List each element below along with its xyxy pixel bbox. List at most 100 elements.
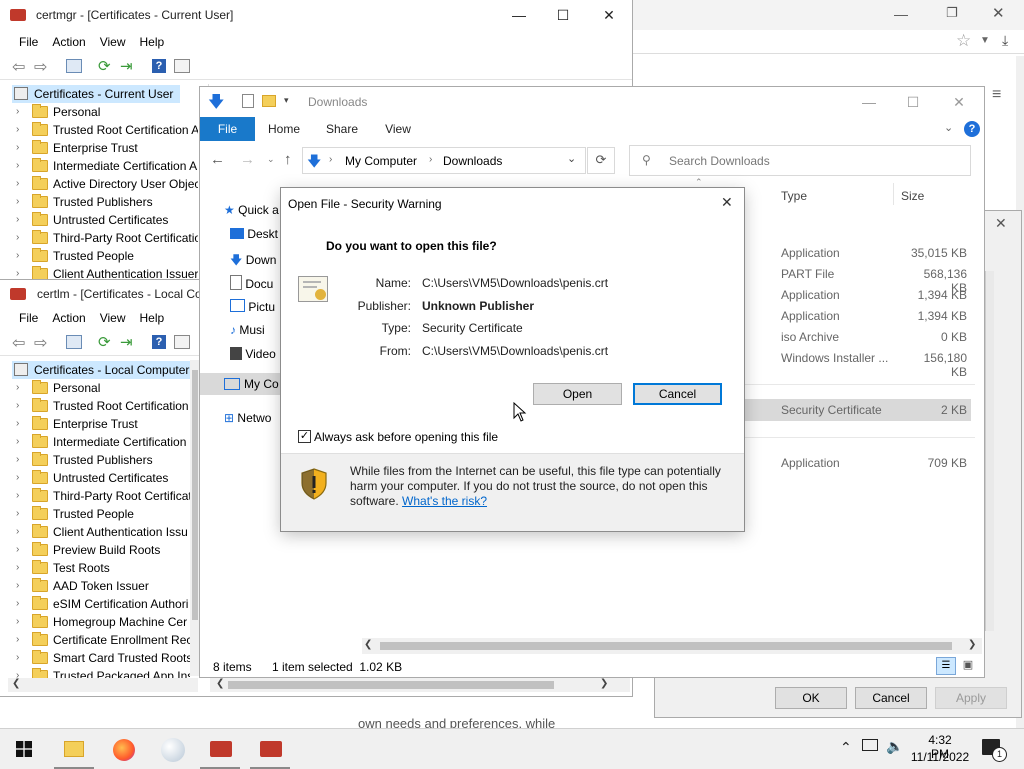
tree-item[interactable]: › Trusted Publishers (8, 193, 198, 211)
taskbar-certmgr[interactable] (196, 729, 244, 769)
menu-file[interactable]: File (12, 31, 45, 53)
menu-view[interactable]: View (93, 31, 133, 53)
network-tray-icon[interactable] (862, 739, 878, 751)
file-row[interactable]: Application 1,394 KB (745, 285, 975, 306)
menu-help[interactable]: Help (133, 31, 172, 53)
scroll-left-icon[interactable]: ❮ (364, 639, 372, 650)
expand-arrow-icon[interactable]: › (16, 667, 19, 678)
notification-center-button[interactable]: 1 (982, 739, 1007, 762)
up-icon[interactable]: ↑ (284, 151, 292, 168)
volume-icon[interactable]: 🔈 (886, 738, 903, 755)
open-button[interactable]: Open (533, 383, 622, 405)
forward-arrow-icon[interactable]: ⇨ (34, 333, 47, 353)
scroll-left-icon[interactable]: ❮ (216, 678, 224, 689)
nav-videos[interactable]: Video (230, 347, 276, 361)
taskbar-firefox[interactable] (100, 729, 148, 769)
menu-icon[interactable]: ≡ (992, 86, 1001, 104)
file-row[interactable]: PART File 568,136 KB (745, 264, 975, 295)
expand-arrow-icon[interactable]: › (16, 397, 19, 415)
dropdown-icon[interactable]: ▼ (980, 35, 990, 46)
search-box[interactable]: ⚲ Search Downloads (629, 145, 971, 176)
back-arrow-icon[interactable]: ⇦ (12, 57, 25, 77)
expand-arrow-icon[interactable]: › (16, 103, 19, 121)
nav-music[interactable]: ♪ Musi (230, 323, 265, 337)
apply-button[interactable]: Apply (935, 687, 1007, 709)
menu-action[interactable]: Action (45, 31, 92, 53)
tree-item[interactable]: › Trusted People (8, 247, 198, 265)
expand-arrow-icon[interactable]: › (16, 379, 19, 397)
scroll-left-icon[interactable]: ❮ (12, 678, 20, 689)
details-view-icon[interactable]: ☰ (936, 657, 956, 675)
nav-my-computer[interactable]: My Co (200, 373, 290, 395)
tree-item[interactable]: › Personal (8, 103, 198, 121)
tree-item[interactable]: › Third-Party Root Certificatio (8, 229, 198, 247)
expand-arrow-icon[interactable]: › (16, 433, 19, 451)
expand-arrow-icon[interactable]: › (16, 631, 19, 649)
properties-icon[interactable] (174, 335, 190, 349)
nav-pictures[interactable]: Pictu (230, 299, 275, 314)
address-dropdown-icon[interactable]: ⌄ (567, 152, 576, 165)
tree-item[interactable]: › Homegroup Machine Cer (8, 613, 190, 631)
tree-item[interactable]: › Client Authentication Issu (8, 523, 190, 541)
expand-arrow-icon[interactable]: › (16, 247, 19, 265)
horizontal-scroll-thumb[interactable] (228, 681, 554, 689)
tree-root-current-user[interactable]: Certificates - Current User (12, 85, 180, 103)
file-row[interactable]: Application 709 KB (745, 453, 975, 474)
properties-icon[interactable] (174, 59, 190, 73)
tree-item[interactable]: › Untrusted Certificates (8, 469, 190, 487)
tree-item[interactable]: › Trusted People (8, 505, 190, 523)
breadcrumb-downloads[interactable]: Downloads (443, 154, 502, 168)
whats-the-risk-link[interactable]: What's the risk? (402, 494, 487, 508)
menu-file[interactable]: File (12, 307, 45, 329)
refresh-button[interactable]: ⟳ (587, 147, 615, 174)
file-list-horizontal-scrollbar[interactable]: ❮ ❯ (362, 638, 982, 654)
nav-desktop[interactable]: Deskt (230, 227, 278, 241)
taskbar-file-explorer[interactable] (50, 729, 98, 769)
nav-quick-access[interactable]: ★ Quick a (224, 203, 279, 217)
tree-item[interactable]: › AAD Token Issuer (8, 577, 190, 595)
cancel-button[interactable]: Cancel (633, 383, 722, 405)
expand-arrow-icon[interactable]: › (16, 193, 19, 211)
tree-item[interactable]: › Smart Card Trusted Roots (8, 649, 190, 667)
help-icon[interactable]: ? (152, 59, 166, 73)
tab-view[interactable]: View (372, 117, 424, 141)
tree-item[interactable]: › Trusted Publishers (8, 451, 190, 469)
horizontal-scroll-thumb[interactable] (380, 642, 952, 650)
tree-item[interactable]: › Trusted Root Certification A (8, 121, 198, 139)
forward-icon[interactable]: → (240, 151, 255, 168)
dialog-close-button[interactable]: ✕ (721, 194, 733, 211)
file-row[interactable]: Application 1,394 KB (745, 306, 975, 327)
start-button[interactable] (0, 729, 48, 769)
menu-action[interactable]: Action (45, 307, 92, 329)
large-icons-view-icon[interactable]: ▣ (960, 658, 976, 674)
certmgr-maximize-button[interactable]: ☐ (540, 0, 586, 30)
ribbon-expand-icon[interactable]: ⌄ (944, 121, 953, 134)
help-icon[interactable]: ? (152, 335, 166, 349)
menu-help[interactable]: Help (133, 307, 172, 329)
nav-documents[interactable]: Docu (230, 275, 273, 291)
scroll-right-icon[interactable]: ❯ (968, 639, 976, 650)
file-row[interactable]: Application 35,015 KB (745, 243, 975, 264)
tree-item[interactable]: › Third-Party Root Certificat (8, 487, 190, 505)
expand-arrow-icon[interactable]: › (16, 505, 19, 523)
ok-button[interactable]: OK (775, 687, 847, 709)
tree-item[interactable]: › Certificate Enrollment Rec (8, 631, 190, 649)
expand-arrow-icon[interactable]: › (16, 175, 19, 193)
tree-item[interactable]: › Untrusted Certificates (8, 211, 198, 229)
star-icon[interactable]: ☆ (956, 31, 971, 51)
expand-arrow-icon[interactable]: › (16, 121, 19, 139)
show-hide-tree-icon[interactable] (66, 59, 82, 73)
properties-close-icon[interactable]: ✕ (995, 215, 1007, 232)
search-input[interactable]: Search Downloads (669, 154, 770, 168)
tab-file[interactable]: File (200, 117, 255, 141)
explorer-minimize-button[interactable]: — (846, 87, 892, 117)
tree-root-local-computer[interactable]: Certificates - Local Computer (12, 361, 190, 379)
expand-arrow-icon[interactable]: › (16, 469, 19, 487)
expand-arrow-icon[interactable]: › (16, 415, 19, 433)
clock-date[interactable]: 11/11/2022 (910, 750, 970, 764)
breadcrumb-my-computer[interactable]: My Computer (345, 154, 417, 168)
tree-item[interactable]: › Test Roots (8, 559, 190, 577)
nav-network[interactable]: ⊞ Netwo (224, 411, 271, 425)
always-ask-label[interactable]: Always ask before opening this file (314, 430, 498, 444)
tree-item[interactable]: › Active Directory User Object (8, 175, 198, 193)
